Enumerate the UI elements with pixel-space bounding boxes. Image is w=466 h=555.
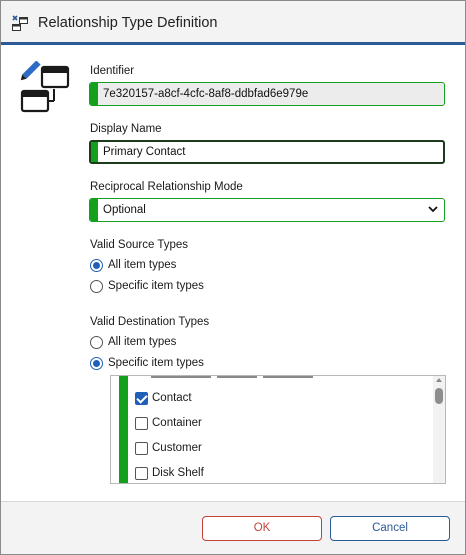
destination-all-types-label: All item types [108,336,177,348]
list-item-label: Customer [152,442,202,454]
checkbox-checked[interactable] [135,391,148,405]
identifier-value: 7e320157-a8cf-4cfc-8af8-ddbfad6e979e [103,88,309,100]
scroll-up-icon[interactable] [436,378,442,382]
source-specific-types-label: Specific item types [108,280,204,292]
identifier-field[interactable]: 7e320157-a8cf-4cfc-8af8-ddbfad6e979e [89,82,445,106]
checkbox[interactable] [135,416,148,430]
dialog-footer: OK Cancel [1,501,465,554]
destination-types-list[interactable]: Contact Container Customer Disk Shelf [110,375,446,484]
cancel-button[interactable]: Cancel [330,516,450,541]
destination-specific-types-label: Specific item types [108,357,204,369]
radio-button-selected[interactable] [90,258,103,272]
reciprocal-mode-value: Optional [103,204,146,216]
radio-button[interactable] [90,335,103,349]
list-item-label: Disk Shelf [152,467,204,479]
list-accent-bar [119,376,128,483]
scroll-thumb[interactable] [435,388,443,404]
list-item-label: Contact [152,392,192,404]
source-specific-types-radio[interactable]: Specific item types [90,278,204,294]
reciprocal-mode-label: Reciprocal Relationship Mode [90,181,243,193]
list-item[interactable]: Contact [135,390,192,406]
ok-button[interactable]: OK [202,516,322,541]
list-scrollbar[interactable] [433,376,445,483]
list-item[interactable]: Disk Shelf [135,465,204,481]
identifier-label: Identifier [90,65,135,77]
display-name-input[interactable]: Primary Contact [89,140,445,164]
title-bar: Relationship Type Definition [1,1,465,45]
source-all-types-label: All item types [108,259,177,271]
list-item-label: Container [152,417,202,429]
display-name-label: Display Name [90,123,162,135]
source-types-label: Valid Source Types [90,239,189,251]
radio-button[interactable] [90,279,103,293]
destination-specific-types-radio[interactable]: Specific item types [90,355,204,371]
list-item[interactable]: Customer [135,440,202,456]
dialog-title: Relationship Type Definition [38,15,218,31]
relationship-edit-icon [20,61,70,113]
reciprocal-mode-select[interactable]: Optional [89,198,445,222]
clipped-list-item [137,376,317,379]
relationship-type-dialog: Relationship Type Definition Identifier … [0,0,466,555]
source-all-types-radio[interactable]: All item types [90,257,176,273]
relationship-window-icon [12,15,28,31]
chevron-down-icon [428,206,438,213]
display-name-value: Primary Contact [103,146,186,158]
checkbox[interactable] [135,466,148,480]
checkbox[interactable] [135,441,148,455]
list-item[interactable]: Container [135,415,202,431]
destination-all-types-radio[interactable]: All item types [90,334,176,350]
destination-types-label: Valid Destination Types [90,316,210,328]
radio-button-selected[interactable] [90,356,103,370]
